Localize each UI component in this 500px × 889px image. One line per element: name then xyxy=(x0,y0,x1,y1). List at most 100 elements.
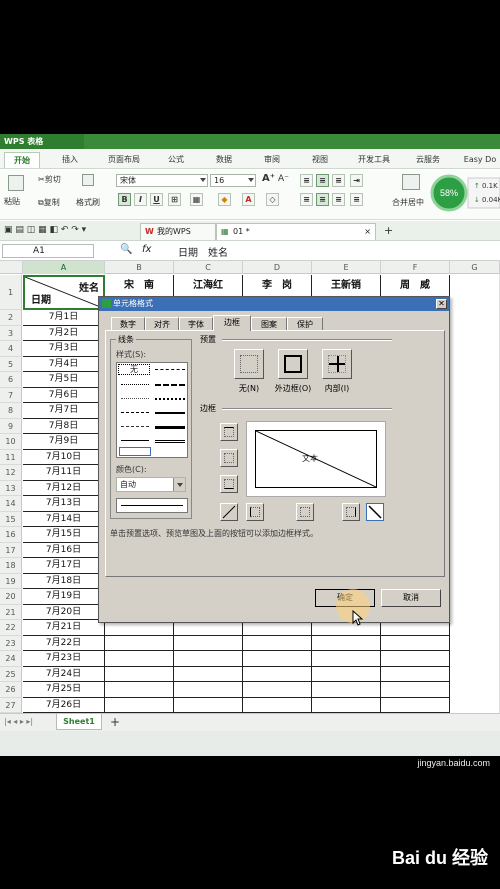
paste-label[interactable]: 粘贴 xyxy=(4,196,20,207)
align-bottom-icon[interactable]: ≡ xyxy=(332,174,345,187)
line-style-option[interactable] xyxy=(155,369,185,370)
table-cell[interactable] xyxy=(243,682,312,698)
column-header-c[interactable]: C xyxy=(174,261,243,274)
line-style-list[interactable]: 无 xyxy=(116,362,188,458)
clear-format-icon[interactable]: ◇ xyxy=(266,193,279,206)
line-style-option[interactable] xyxy=(121,384,149,385)
date-cell[interactable]: 7月12日 xyxy=(23,480,105,496)
tab-view[interactable]: 视图 xyxy=(302,152,338,168)
italic-button[interactable]: I xyxy=(134,193,147,206)
tab-easy-do[interactable]: Easy Do xyxy=(460,152,500,168)
row-header[interactable]: 12 xyxy=(0,465,22,481)
date-cell[interactable]: 7月5日 xyxy=(23,372,105,388)
format-painter-label[interactable]: 格式刷 xyxy=(76,197,100,208)
cell-a1[interactable]: 姓名 日期 xyxy=(23,275,105,310)
table-cell[interactable] xyxy=(174,666,243,682)
row-header[interactable]: 9 xyxy=(0,418,22,434)
table-cell[interactable] xyxy=(381,682,450,698)
tab-review[interactable]: 审阅 xyxy=(254,152,290,168)
close-icon[interactable]: ✕ xyxy=(436,299,447,309)
font-color-icon[interactable]: A xyxy=(242,193,255,206)
date-cell[interactable]: 7月6日 xyxy=(23,387,105,403)
tab-formula[interactable]: 公式 xyxy=(158,152,194,168)
row-header[interactable]: 21 xyxy=(0,604,22,620)
fill-color-icon[interactable]: ◆ xyxy=(218,193,231,206)
table-cell[interactable] xyxy=(381,651,450,667)
row-header[interactable]: 22 xyxy=(0,620,22,636)
row-header[interactable]: 3 xyxy=(0,325,22,341)
line-style-option[interactable] xyxy=(121,398,149,399)
cancel-button[interactable]: 取消 xyxy=(381,589,441,607)
table-cell[interactable] xyxy=(174,697,243,713)
date-cell[interactable]: 7月22日 xyxy=(23,635,105,651)
table-cell[interactable] xyxy=(312,635,381,651)
tab-protection[interactable]: 保护 xyxy=(287,317,323,331)
column-header-d[interactable]: D xyxy=(243,261,312,274)
tab-home[interactable]: 开始 xyxy=(4,152,40,168)
date-cell[interactable]: 7月25日 xyxy=(23,682,105,698)
table-cell[interactable] xyxy=(312,682,381,698)
cell-border-icon[interactable]: ▦ xyxy=(190,193,203,206)
border-icon[interactable]: ⊞ xyxy=(168,193,181,206)
paste-icon[interactable] xyxy=(8,175,24,191)
table-cell[interactable] xyxy=(312,666,381,682)
table-cell[interactable] xyxy=(381,666,450,682)
underline-button[interactable]: U xyxy=(150,193,163,206)
row-header[interactable]: 25 xyxy=(0,666,22,682)
sheet-tab-sheet1[interactable]: Sheet1 xyxy=(56,714,102,730)
date-cell[interactable]: 7月8日 xyxy=(23,418,105,434)
row-header[interactable]: 4 xyxy=(0,341,22,357)
table-cell[interactable] xyxy=(312,651,381,667)
column-header-a[interactable]: A xyxy=(23,261,105,274)
border-middle-horizontal-button[interactable] xyxy=(220,449,238,467)
row-header[interactable]: 8 xyxy=(0,403,22,419)
row-header[interactable]: 6 xyxy=(0,372,22,388)
new-tab-icon[interactable]: + xyxy=(384,224,393,237)
tab-border[interactable]: 边框 xyxy=(213,315,251,331)
shrink-font-button[interactable]: A⁻ xyxy=(278,174,289,184)
table-cell[interactable] xyxy=(174,635,243,651)
date-cell[interactable]: 7月19日 xyxy=(23,589,105,605)
preset-none-button[interactable] xyxy=(234,349,264,379)
indent-icon[interactable]: ⇥ xyxy=(350,174,363,187)
merge-center-icon[interactable] xyxy=(402,174,420,190)
table-cell[interactable] xyxy=(243,666,312,682)
format-painter-icon[interactable] xyxy=(82,174,94,186)
close-icon[interactable]: × xyxy=(364,224,371,240)
date-cell[interactable]: 7月15日 xyxy=(23,527,105,543)
row-header[interactable]: 19 xyxy=(0,573,22,589)
add-sheet-icon[interactable]: + xyxy=(110,715,120,729)
fx-icon[interactable]: fx xyxy=(142,244,151,255)
border-left-button[interactable] xyxy=(246,503,264,521)
tab-data[interactable]: 数据 xyxy=(206,152,242,168)
date-cell[interactable]: 7月10日 xyxy=(23,449,105,465)
line-style-option[interactable] xyxy=(155,426,185,429)
tab-cloud[interactable]: 云服务 xyxy=(408,152,448,168)
line-style-option[interactable] xyxy=(155,384,185,386)
line-style-option[interactable] xyxy=(155,398,185,400)
date-cell[interactable]: 7月7日 xyxy=(23,403,105,419)
date-cell[interactable]: 7月18日 xyxy=(23,573,105,589)
tab-developer[interactable]: 开发工具 xyxy=(350,152,398,168)
date-cell[interactable]: 7月14日 xyxy=(23,511,105,527)
date-cell[interactable]: 7月3日 xyxy=(23,341,105,357)
table-cell[interactable] xyxy=(105,635,174,651)
table-cell[interactable] xyxy=(105,697,174,713)
date-cell[interactable]: 7月16日 xyxy=(23,542,105,558)
select-all-corner[interactable] xyxy=(0,261,23,274)
row-header[interactable]: 14 xyxy=(0,496,22,512)
tab-insert[interactable]: 插入 xyxy=(52,152,88,168)
copy-button[interactable]: ⧉复制 xyxy=(38,197,60,208)
align-top-icon[interactable]: ≡ xyxy=(300,174,313,187)
tab-pattern[interactable]: 图案 xyxy=(251,317,287,331)
row-header[interactable]: 18 xyxy=(0,558,22,574)
preset-outline-button[interactable] xyxy=(278,349,308,379)
row-header[interactable]: 10 xyxy=(0,434,22,450)
border-top-button[interactable] xyxy=(220,423,238,441)
line-style-option[interactable] xyxy=(121,412,149,413)
row-header[interactable]: 7 xyxy=(0,387,22,403)
doc-tab-01[interactable]: ▦ 01 * × xyxy=(216,223,376,240)
font-size-select[interactable]: 16 xyxy=(210,174,256,187)
border-right-button[interactable] xyxy=(342,503,360,521)
table-cell[interactable] xyxy=(174,682,243,698)
